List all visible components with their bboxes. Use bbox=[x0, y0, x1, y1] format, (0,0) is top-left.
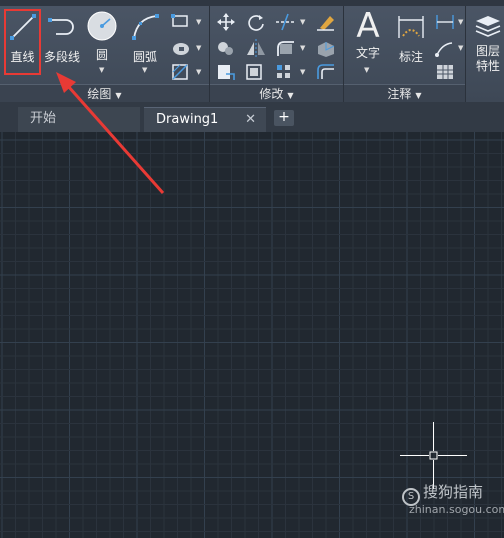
red-arrow-annotation bbox=[56, 72, 165, 194]
watermark-text: 搜狗指南 bbox=[423, 483, 484, 501]
watermark-url: zhinan.sogou.com bbox=[409, 503, 504, 516]
